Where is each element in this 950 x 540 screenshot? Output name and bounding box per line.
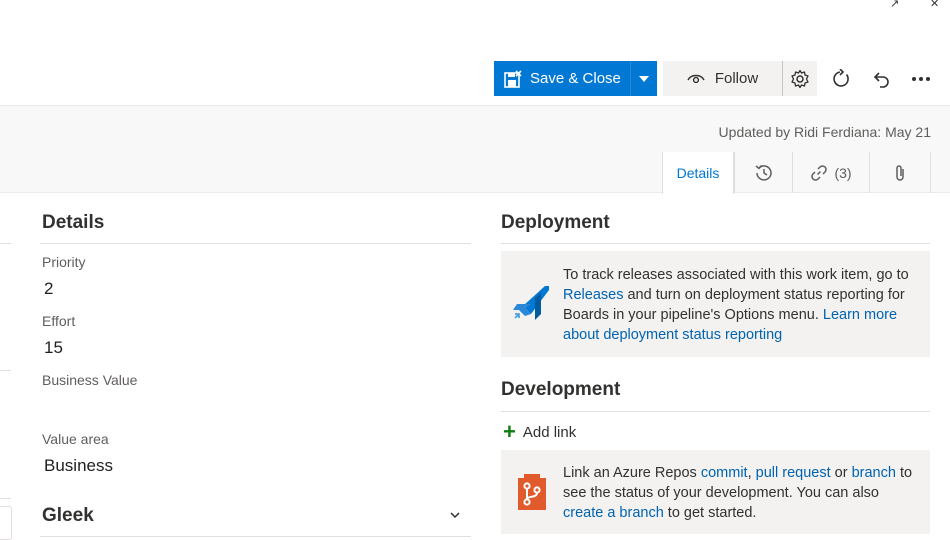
tab-details-label: Details (676, 165, 720, 181)
chevron-down-icon[interactable] (449, 511, 461, 519)
eye-icon (687, 74, 705, 83)
deployment-info-text: To track releases associated with this w… (563, 265, 921, 345)
tab-history[interactable] (734, 152, 792, 193)
commit-link[interactable]: commit (701, 465, 748, 481)
attachment-icon (896, 164, 904, 181)
priority-field[interactable]: 2 (44, 279, 53, 299)
links-count: (3) (834, 164, 852, 181)
undo-icon (873, 71, 889, 88)
more-actions-button[interactable] (906, 61, 936, 96)
save-close-button[interactable]: Save & Close (494, 61, 631, 96)
repos-icon (518, 474, 546, 510)
save-close-label: Save & Close (530, 70, 621, 87)
add-link-button[interactable]: + Add link (503, 419, 577, 444)
updated-by-text: Updated by Ridi Ferdiana: May 21 (718, 124, 931, 140)
tab-links[interactable]: (3) (792, 152, 869, 193)
create-branch-link[interactable]: create a branch (563, 505, 664, 521)
save-close-group: Save & Close (494, 61, 657, 96)
pull-request-link[interactable]: pull request (756, 465, 831, 481)
effort-label: Effort (42, 313, 76, 329)
details-section-title: Details (42, 212, 105, 233)
work-item-form: ↗ ✕ Save & Close Follow Updated by Ridi … (0, 0, 950, 540)
effort-field[interactable]: 15 (44, 338, 63, 358)
divider (0, 370, 11, 371)
releases-link[interactable]: Releases (563, 287, 623, 303)
save-options-dropdown[interactable] (631, 61, 657, 96)
divider (0, 498, 11, 499)
follow-button[interactable]: Follow (663, 61, 782, 96)
follow-label: Follow (714, 70, 759, 87)
gleek-section-title: Gleek (42, 505, 94, 526)
restore-icon[interactable]: ↗ (890, 0, 899, 8)
tab-attachments[interactable] (869, 152, 931, 193)
caret-down-icon (639, 75, 649, 82)
development-section-title: Development (501, 379, 621, 400)
section-divider (501, 243, 930, 244)
save-icon (504, 69, 522, 88)
refresh-button[interactable] (826, 61, 856, 96)
development-info-panel: Link an Azure Repos commit, pull request… (501, 450, 930, 534)
value-area-field[interactable]: Business (44, 456, 113, 476)
refresh-icon (833, 68, 849, 87)
priority-label: Priority (42, 254, 86, 270)
deployment-text-1: To track releases associated with this w… (563, 267, 909, 283)
close-icon[interactable]: ✕ (930, 0, 939, 8)
gear-icon (791, 69, 809, 88)
development-text-3: to get started. (667, 505, 757, 521)
add-link-label: Add link (522, 423, 577, 441)
form-tabs: Details (3) (662, 152, 931, 194)
section-divider (40, 536, 471, 537)
collapsed-panel-edge (0, 506, 12, 540)
toolbar: Save & Close Follow (0, 60, 950, 100)
development-text-1: Link an Azure Repos (563, 465, 697, 481)
link-icon (811, 164, 828, 181)
add-icon: + (503, 419, 516, 444)
deployment-info-panel: To track releases associated with this w… (501, 251, 930, 357)
value-area-label: Value area (42, 431, 109, 447)
pipelines-icon (513, 286, 549, 320)
undo-button[interactable] (866, 61, 896, 96)
development-info-text: Link an Azure Repos commit, pull request… (563, 465, 913, 521)
development-text-or: or (834, 465, 848, 481)
section-divider (40, 243, 471, 244)
tab-details[interactable]: Details (662, 152, 734, 194)
section-divider (501, 411, 930, 412)
history-icon (755, 164, 772, 181)
divider (0, 243, 11, 244)
branch-link[interactable]: branch (852, 465, 896, 481)
business-value-field[interactable] (44, 397, 244, 419)
work-item-header: Updated by Ridi Ferdiana: May 21 Details… (0, 105, 950, 194)
deployment-section-title: Deployment (501, 212, 610, 233)
business-value-label: Business Value (42, 372, 138, 388)
settings-button[interactable] (782, 61, 817, 96)
more-icon (912, 76, 930, 81)
